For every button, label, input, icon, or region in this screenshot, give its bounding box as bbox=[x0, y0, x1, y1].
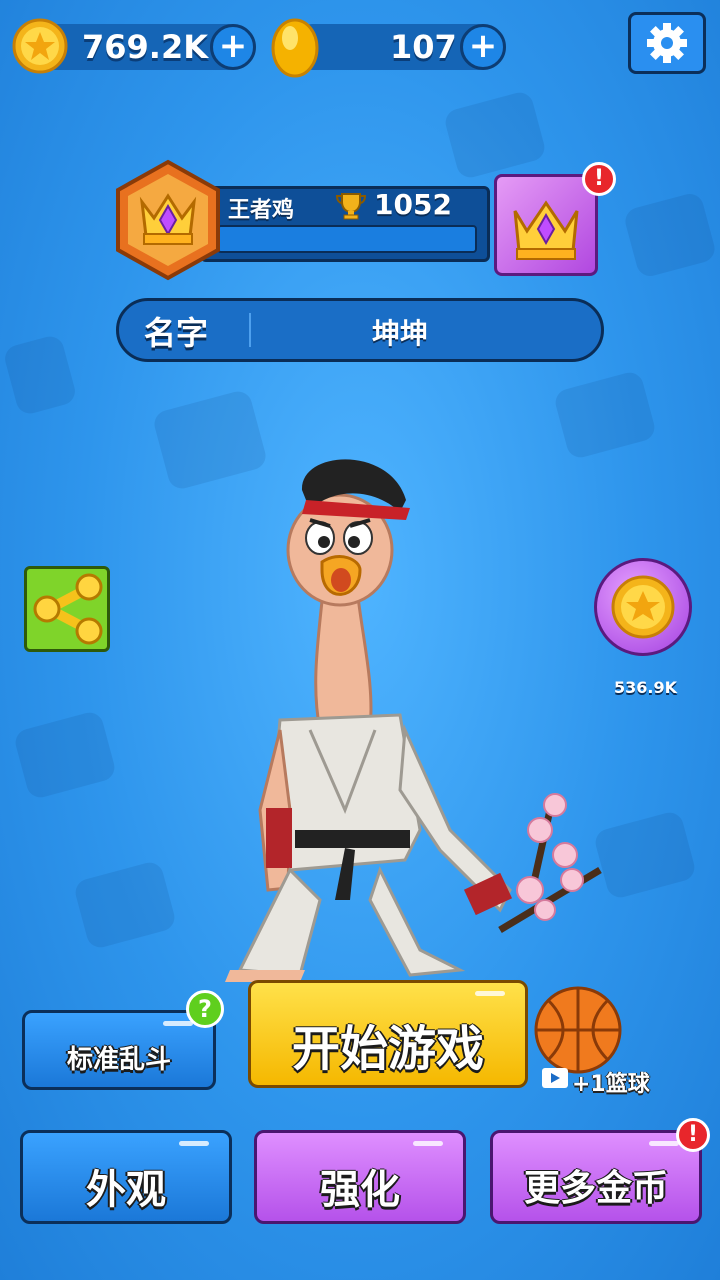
appearance-label: 外观 bbox=[86, 1167, 166, 1213]
mode-help-badge[interactable]: ? bbox=[186, 990, 224, 1028]
start-game-button[interactable]: 开始游戏 bbox=[248, 980, 528, 1088]
more-coins-alert-badge: ! bbox=[676, 1118, 710, 1152]
stars-value: 769.2K bbox=[82, 28, 209, 66]
rank-rewards-alert-badge: ! bbox=[582, 162, 616, 196]
rank-badge-icon bbox=[112, 158, 224, 286]
share-button[interactable] bbox=[24, 566, 110, 652]
add-stars-button[interactable]: + bbox=[210, 24, 256, 70]
video-ad-icon bbox=[542, 1068, 568, 1088]
more-coins-button[interactable]: 更多金币 bbox=[490, 1130, 702, 1224]
trophy-count: 1052 bbox=[374, 188, 452, 221]
trophy-icon bbox=[335, 192, 367, 224]
crown-icon bbox=[513, 200, 579, 260]
upgrade-label: 强化 bbox=[320, 1167, 400, 1213]
name-divider bbox=[249, 313, 251, 347]
rank-title: 王者鸡 bbox=[228, 198, 295, 223]
player-name: 坤坤 bbox=[372, 317, 429, 350]
star-coin-icon bbox=[12, 18, 68, 78]
game-mode-button[interactable]: 标准乱斗 bbox=[22, 1010, 216, 1090]
settings-button[interactable] bbox=[628, 12, 706, 74]
start-game-label: 开始游戏 bbox=[291, 1021, 484, 1077]
share-icon bbox=[33, 573, 103, 645]
gems-value: 107 bbox=[390, 28, 457, 66]
basketball-reward-label: +1篮球 bbox=[572, 1072, 650, 1097]
add-gems-button[interactable]: + bbox=[460, 24, 506, 70]
gold-egg-icon bbox=[270, 14, 320, 82]
appearance-button[interactable]: 外观 bbox=[20, 1130, 232, 1224]
upgrade-button[interactable]: 强化 bbox=[254, 1130, 466, 1224]
more-coins-label: 更多金币 bbox=[523, 1168, 668, 1209]
chicken-fighter-character bbox=[225, 459, 602, 982]
name-label: 名字 bbox=[144, 314, 209, 352]
rank-rewards-button[interactable] bbox=[494, 174, 598, 276]
game-mode-label: 标准乱斗 bbox=[66, 1045, 171, 1075]
gear-icon bbox=[647, 23, 687, 63]
rank-progress-bar bbox=[217, 225, 477, 253]
